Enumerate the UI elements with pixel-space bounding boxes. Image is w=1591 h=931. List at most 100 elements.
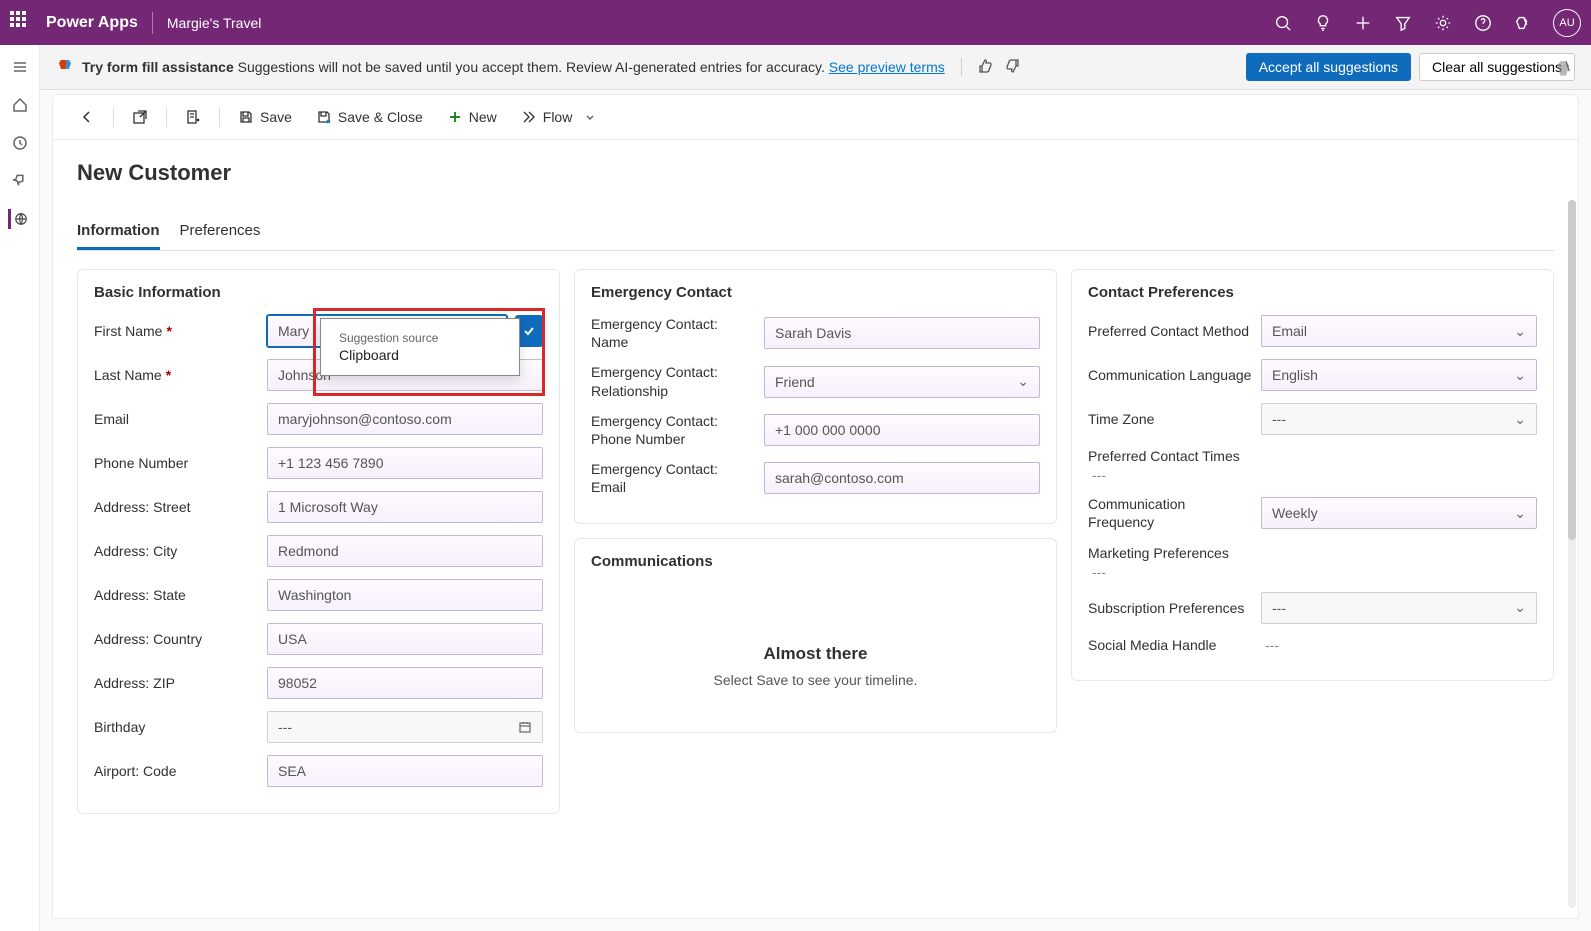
field-label: Emergency Contact: Name xyxy=(591,315,756,351)
field-label: Emergency Contact: Phone Number xyxy=(591,412,756,448)
help-icon[interactable] xyxy=(1473,13,1493,33)
country-input[interactable]: USA xyxy=(267,623,543,655)
accept-all-button[interactable]: Accept all suggestions xyxy=(1246,53,1411,81)
field-label: Preferred Contact Times xyxy=(1088,447,1240,465)
field-label: Address: Street xyxy=(94,498,259,516)
email-input[interactable]: maryjohnson@contoso.com xyxy=(267,403,543,435)
ec-email-input[interactable]: sarah@contoso.com xyxy=(764,462,1040,494)
field-label: Address: State xyxy=(94,586,259,604)
phone-input[interactable]: +1 123 456 7890 xyxy=(267,447,543,479)
empty-body: Select Save to see your timeline. xyxy=(714,672,918,688)
contact-prefs-card: Contact Preferences Preferred Contact Me… xyxy=(1071,269,1554,681)
suggestion-source-tooltip: Suggestion source Clipboard xyxy=(320,318,520,376)
tooltip-value: Clipboard xyxy=(339,347,501,363)
field-label: Emergency Contact: Relationship xyxy=(591,363,756,399)
globe-icon[interactable] xyxy=(8,209,28,229)
thumbs-down-icon[interactable] xyxy=(1004,58,1022,76)
copilot-icon[interactable] xyxy=(1513,13,1533,33)
marketing-value[interactable]: --- xyxy=(1088,564,1110,580)
field-label: Preferred Contact Method xyxy=(1088,322,1253,340)
copilot-logo-icon xyxy=(56,58,74,76)
freq-select[interactable]: Weekly⌄ xyxy=(1261,497,1537,529)
street-input[interactable]: 1 Microsoft Way xyxy=(267,491,543,523)
home-icon[interactable] xyxy=(10,95,30,115)
chevron-down-icon: ⌄ xyxy=(1017,373,1029,390)
tooltip-label: Suggestion source xyxy=(339,331,501,345)
field-label: First Name* xyxy=(94,322,259,340)
zip-input[interactable]: 98052 xyxy=(267,667,543,699)
tabs: Information Preferences xyxy=(77,214,1554,251)
field-label: Address: Country xyxy=(94,630,259,648)
card-title: Contact Preferences xyxy=(1088,284,1537,301)
ec-phone-input[interactable]: +1 000 000 0000 xyxy=(764,414,1040,446)
card-title: Basic Information xyxy=(94,284,543,301)
plus-icon[interactable] xyxy=(1353,13,1373,33)
top-app-bar: Power Apps Margie's Travel AU xyxy=(0,0,1591,45)
scrollbar[interactable] xyxy=(1568,200,1576,908)
field-label: Marketing Preferences xyxy=(1088,544,1229,562)
emergency-contact-card: Emergency Contact Emergency Contact: Nam… xyxy=(574,269,1057,524)
city-input[interactable]: Redmond xyxy=(267,535,543,567)
clear-all-button[interactable]: Clear all suggestions xyxy=(1419,53,1575,81)
save-close-button[interactable]: Save & Close xyxy=(306,103,433,131)
tab-preferences[interactable]: Preferences xyxy=(180,214,261,250)
field-label: Last Name* xyxy=(94,366,259,384)
chevron-down-icon: ⌄ xyxy=(1514,323,1526,340)
back-button[interactable] xyxy=(69,103,105,131)
social-value[interactable]: --- xyxy=(1261,637,1283,653)
save-button[interactable]: Save xyxy=(228,103,302,131)
calendar-icon[interactable] xyxy=(518,720,532,734)
field-label: Emergency Contact: Email xyxy=(591,460,756,496)
pin-icon[interactable] xyxy=(10,171,30,191)
field-label: Email xyxy=(94,410,259,428)
command-bar: Save Save & Close New Flow xyxy=(52,94,1579,140)
app-name: Power Apps xyxy=(46,14,138,32)
field-label: Time Zone xyxy=(1088,410,1253,428)
empty-title: Almost there xyxy=(764,644,868,664)
times-value[interactable]: --- xyxy=(1088,467,1110,483)
hamburger-icon[interactable] xyxy=(10,57,30,77)
avatar[interactable]: AU xyxy=(1553,9,1581,37)
filter-icon[interactable] xyxy=(1393,13,1413,33)
preview-terms-link[interactable]: See preview terms xyxy=(829,59,945,75)
field-label: Communication Frequency xyxy=(1088,495,1253,531)
card-title: Communications xyxy=(591,553,1040,570)
copilot-dock-icon[interactable] xyxy=(1555,58,1581,84)
ec-name-input[interactable]: Sarah Davis xyxy=(764,317,1040,349)
lang-select[interactable]: English⌄ xyxy=(1261,359,1537,391)
form-assist-button[interactable] xyxy=(175,103,211,131)
chevron-down-icon: ⌄ xyxy=(1514,367,1526,384)
new-button[interactable]: New xyxy=(437,103,507,131)
thumbs-up-icon[interactable] xyxy=(978,58,996,76)
field-label: Subscription Preferences xyxy=(1088,599,1253,617)
tab-information[interactable]: Information xyxy=(77,214,160,250)
field-label: Airport: Code xyxy=(94,762,259,780)
environment-name[interactable]: Margie's Travel xyxy=(167,15,261,31)
field-label: Social Media Handle xyxy=(1088,636,1253,654)
field-label: Communication Language xyxy=(1088,366,1253,384)
recent-icon[interactable] xyxy=(10,133,30,153)
chevron-down-icon: ⌄ xyxy=(1514,411,1526,428)
card-title: Emergency Contact xyxy=(591,284,1040,301)
method-select[interactable]: Email⌄ xyxy=(1261,315,1537,347)
field-label: Phone Number xyxy=(94,454,259,472)
notification-bar: Try form fill assistance Suggestions wil… xyxy=(40,45,1591,90)
ec-rel-select[interactable]: Friend⌄ xyxy=(764,366,1040,398)
open-new-window-button[interactable] xyxy=(122,103,158,131)
birthday-input[interactable]: --- xyxy=(267,711,543,743)
lightbulb-icon[interactable] xyxy=(1313,13,1333,33)
subs-select[interactable]: ---⌄ xyxy=(1261,592,1537,624)
divider xyxy=(152,12,153,34)
flow-button[interactable]: Flow xyxy=(511,103,607,131)
waffle-icon[interactable] xyxy=(10,11,34,35)
tz-select[interactable]: ---⌄ xyxy=(1261,403,1537,435)
field-label: Address: City xyxy=(94,542,259,560)
search-icon[interactable] xyxy=(1273,13,1293,33)
scrollbar-thumb[interactable] xyxy=(1568,200,1576,540)
gear-icon[interactable] xyxy=(1433,13,1453,33)
chevron-down-icon: ⌄ xyxy=(1514,505,1526,522)
field-label: Address: ZIP xyxy=(94,674,259,692)
airport-input[interactable]: SEA xyxy=(267,755,543,787)
page-title: New Customer xyxy=(77,160,1554,186)
state-input[interactable]: Washington xyxy=(267,579,543,611)
